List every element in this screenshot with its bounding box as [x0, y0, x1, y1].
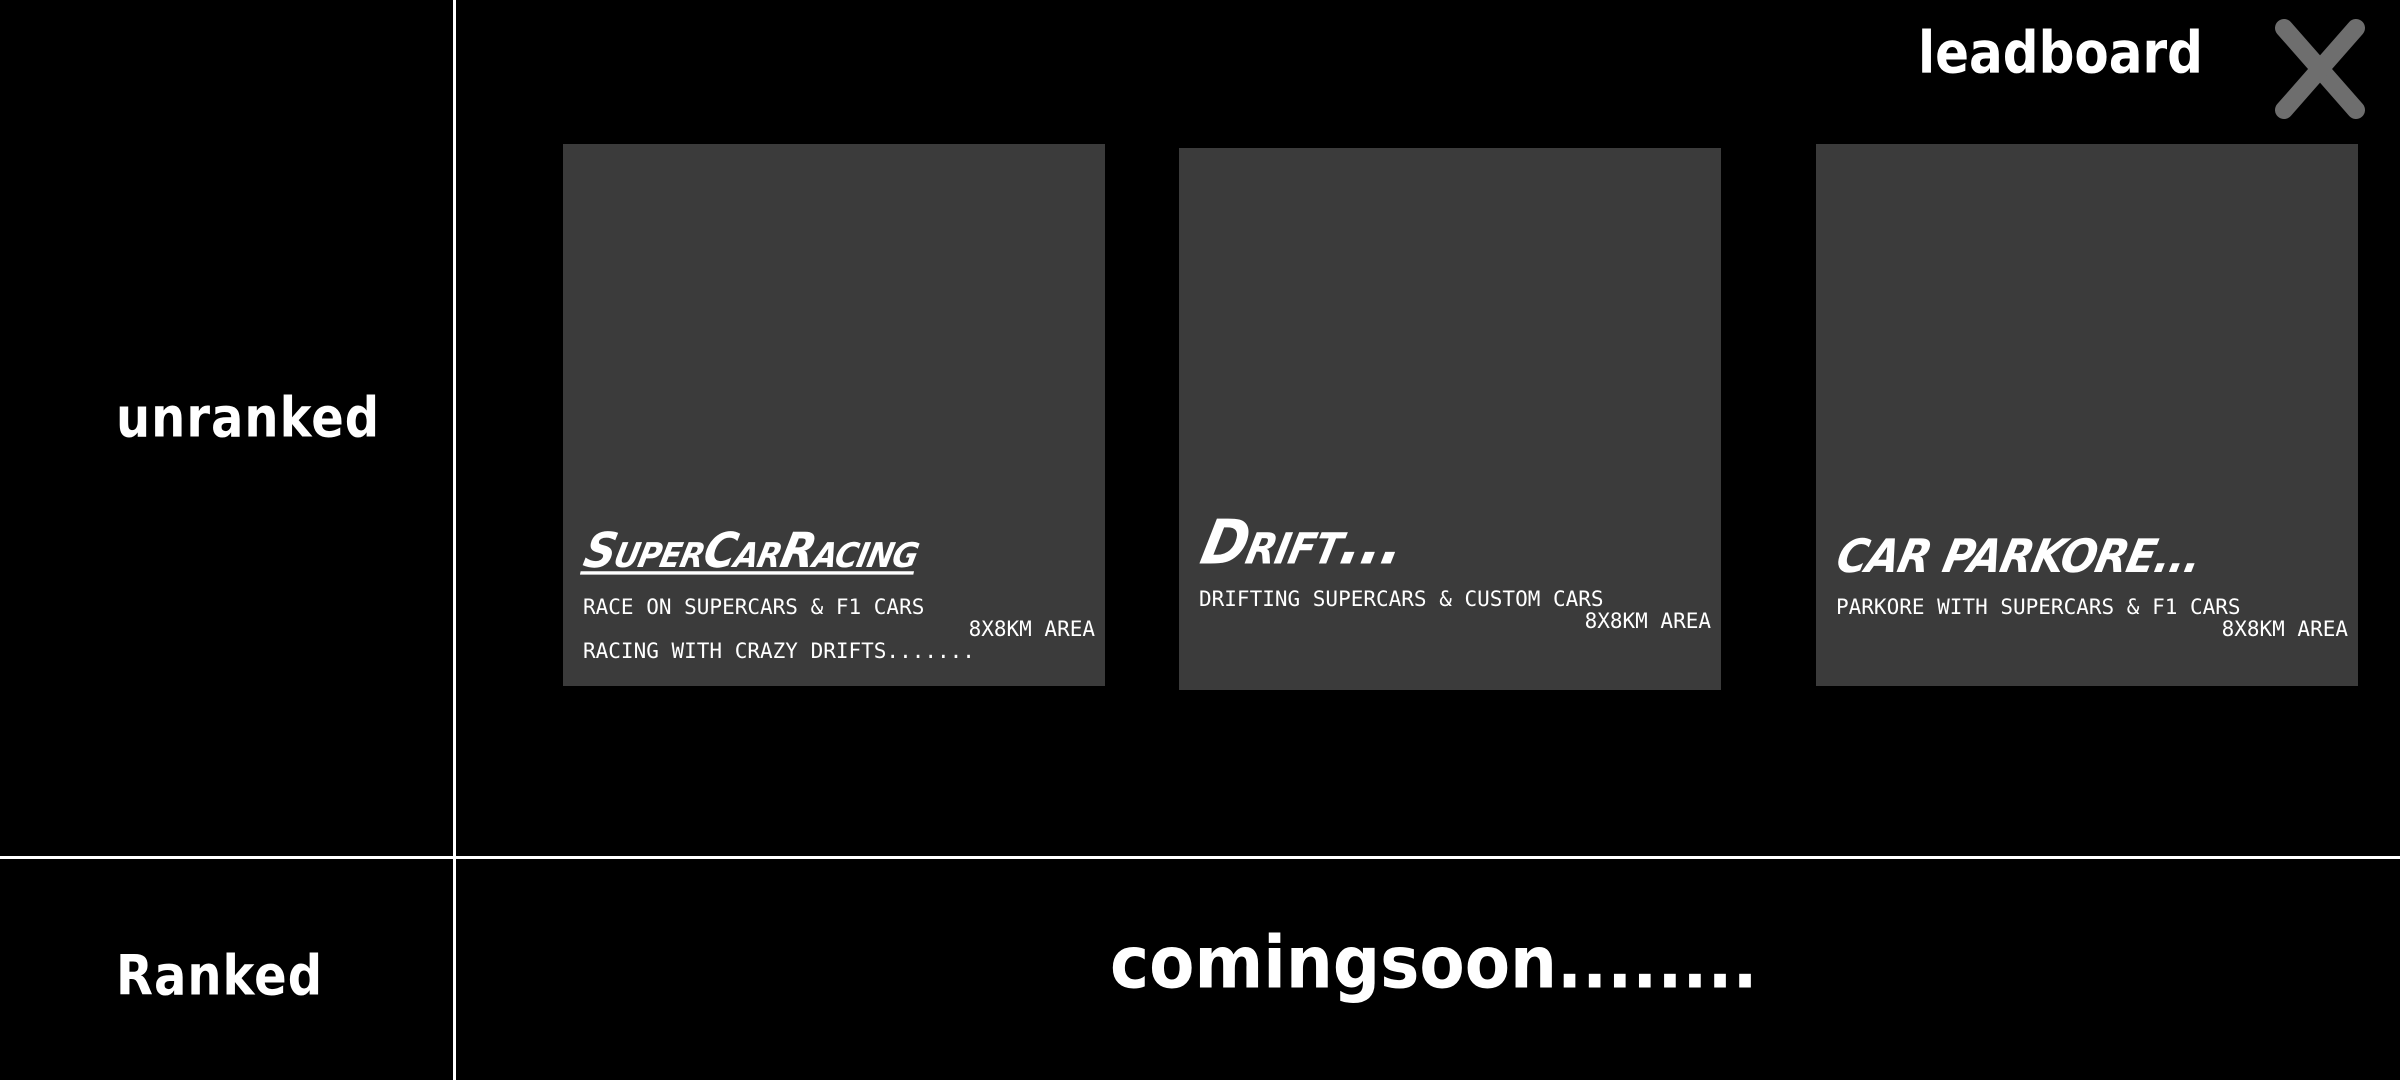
- mode-title: SuperCarRacing: [579, 522, 925, 579]
- mode-description-line: 8X8KM AREA: [2221, 617, 2348, 641]
- ranked-coming-soon: comingsoon........: [1110, 920, 1758, 1005]
- close-button[interactable]: [2270, 14, 2370, 124]
- mode-description-line: PARKORE WITH SUPERCARS & F1 CARS: [1836, 595, 2241, 619]
- mode-description-line: DRIFTING SUPERCARS & CUSTOM CARS: [1199, 587, 1604, 611]
- mode-card-drift[interactable]: Drift... DRIFTING SUPERCARS & CUSTOM CAR…: [1179, 148, 1721, 690]
- mode-description-line: 8X8KM AREA: [968, 617, 1095, 641]
- mode-description: RACE ON SUPERCARS & F1 CARS 8X8KM AREA R…: [583, 596, 1095, 662]
- mode-description-line: RACE ON SUPERCARS & F1 CARS: [583, 595, 925, 619]
- mode-title: Drift...: [1195, 507, 1411, 580]
- mode-card-supercar-racing[interactable]: SuperCarRacing RACE ON SUPERCARS & F1 CA…: [563, 144, 1105, 686]
- vertical-divider: [453, 0, 456, 1080]
- mode-description-line: RACING WITH CRAZY DRIFTS.......: [583, 639, 975, 663]
- mode-description-line: 8X8KM AREA: [1584, 609, 1711, 633]
- mode-description: PARKORE WITH SUPERCARS & F1 CARS 8X8KM A…: [1836, 596, 2348, 640]
- mode-description: DRIFTING SUPERCARS & CUSTOM CARS 8X8KM A…: [1199, 588, 1711, 632]
- close-icon: [2275, 19, 2365, 119]
- horizontal-divider: [0, 856, 2400, 859]
- mode-title: CAR PARKORE...: [1832, 529, 2206, 583]
- ranked-tab[interactable]: Ranked: [116, 944, 323, 1008]
- leaderboard-button[interactable]: leadboard: [1918, 20, 2203, 87]
- mode-card-car-parkore[interactable]: CAR PARKORE... PARKORE WITH SUPERCARS & …: [1816, 144, 2358, 686]
- unranked-tab[interactable]: unranked: [116, 386, 380, 450]
